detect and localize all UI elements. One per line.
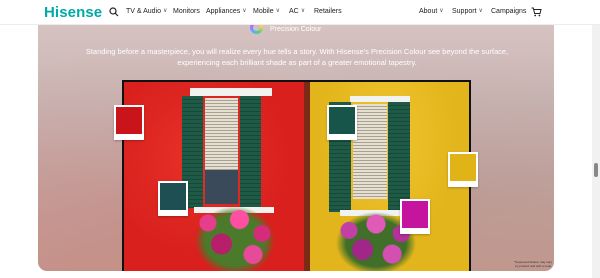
chevron-down-icon: ∨ [300,8,306,14]
chevron-down-icon: ∨ [478,8,483,14]
nav-item-label: Monitors [173,8,200,15]
feature-description: Standing before a masterpiece, you will … [85,47,509,67]
color-swatch-yellow [448,152,478,187]
nav-item-label: AC [289,8,299,15]
tv-screen-image [124,82,469,271]
window-glass [205,170,238,204]
drain-pipe [304,82,310,271]
tv-display [122,80,471,271]
top-navigation-bar: Hisense TV & Audio ∨ Monitors Appliances ∨… [0,0,600,25]
swatch-chip [329,107,355,134]
nav-item-label: About [419,8,438,15]
nav-item-appliances[interactable]: Appliances ∨ [206,8,247,15]
nav-item-ac[interactable]: AC ∨ [289,8,305,15]
nav-item-about[interactable]: About ∨ [419,8,444,15]
chevron-down-icon: ∨ [242,8,247,14]
chevron-down-icon: ∨ [275,8,281,14]
swatch-chip [402,201,428,228]
scrollbar-thumb[interactable] [594,163,598,177]
precision-colour-hero: Precision Colour Standing before a maste… [38,25,554,271]
disclaimer-text: *Supposed feature may vary by product an… [514,260,552,268]
swatch-chip [160,183,186,210]
feature-title: Precision Colour [270,26,322,33]
color-swatch-dark-green [327,105,357,140]
nav-item-label: Support [452,8,477,15]
nav-item-label: Appliances [206,8,241,15]
hisense-logo[interactable]: Hisense [44,4,102,21]
window-shutter [240,96,261,208]
window-blind [353,104,387,199]
nav-item-support[interactable]: Support ∨ [452,8,483,15]
window-shutter [388,102,410,212]
nav-item-tv-audio[interactable]: TV & Audio ∨ [126,8,167,15]
nav-item-label: Retailers [314,8,342,15]
nav-item-mobile[interactable]: Mobile ∨ [253,8,280,15]
swatch-chip [116,107,142,134]
color-swatch-teal [158,181,188,216]
nav-item-label: Campaigns [491,8,527,15]
nav-item-label: TV & Audio [126,8,162,15]
window-blind [205,98,238,170]
nav-item-campaigns[interactable]: Campaigns [491,8,526,15]
swatch-chip [450,154,476,181]
nav-item-monitors[interactable]: Monitors [173,8,200,15]
search-icon[interactable] [109,7,119,17]
nav-item-label: Mobile [253,8,274,15]
color-wheel-icon [250,25,263,34]
nav-item-retailers[interactable]: Retailers [314,8,342,15]
color-swatch-red [114,105,144,140]
color-swatch-magenta [400,199,430,234]
window-lintel [190,88,272,96]
chevron-down-icon: ∨ [439,8,444,14]
flower-box-left [190,202,280,271]
cart-icon[interactable] [531,7,542,17]
chevron-down-icon: ∨ [163,8,168,14]
page-scrollbar[interactable] [592,25,600,278]
